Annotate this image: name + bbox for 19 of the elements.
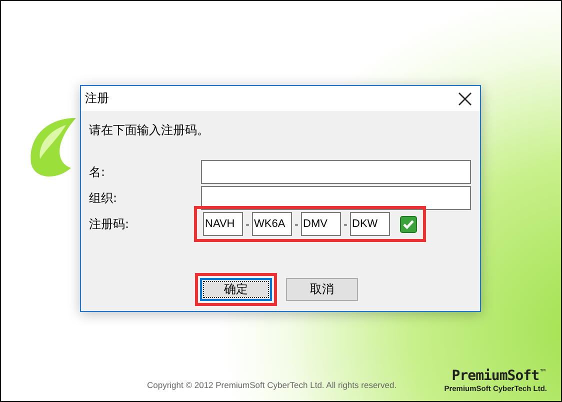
key-input-field[interactable]: WK6A xyxy=(252,212,292,236)
copyright-text: Copyright © 2012 PremiumSoft CyberTech Ltd. All rights reserved. xyxy=(147,380,397,390)
cancel-button[interactable]: 取消 xyxy=(286,278,358,301)
separator-text: - xyxy=(294,218,300,230)
input-field[interactable] xyxy=(201,186,471,210)
key-input-field[interactable]: NAVH xyxy=(203,212,243,236)
prompt-text: 请在下面输入注册码。 xyxy=(89,122,210,139)
field-label: 注册码: xyxy=(89,216,130,232)
dialog-title: 注册 xyxy=(85,90,109,107)
separator-text: - xyxy=(244,218,250,230)
logo-text: PremiumSoft xyxy=(452,368,539,384)
field-label: 组织: xyxy=(89,190,118,206)
key-input-field[interactable]: DMV xyxy=(301,212,341,236)
separator-text: - xyxy=(342,218,348,230)
key-input-field[interactable]: DKW xyxy=(350,212,390,236)
trademark-text: ™ xyxy=(539,368,547,377)
input-field[interactable] xyxy=(201,160,471,184)
ok-button[interactable]: 确定 xyxy=(200,278,272,301)
field-label: 名: xyxy=(89,164,106,180)
